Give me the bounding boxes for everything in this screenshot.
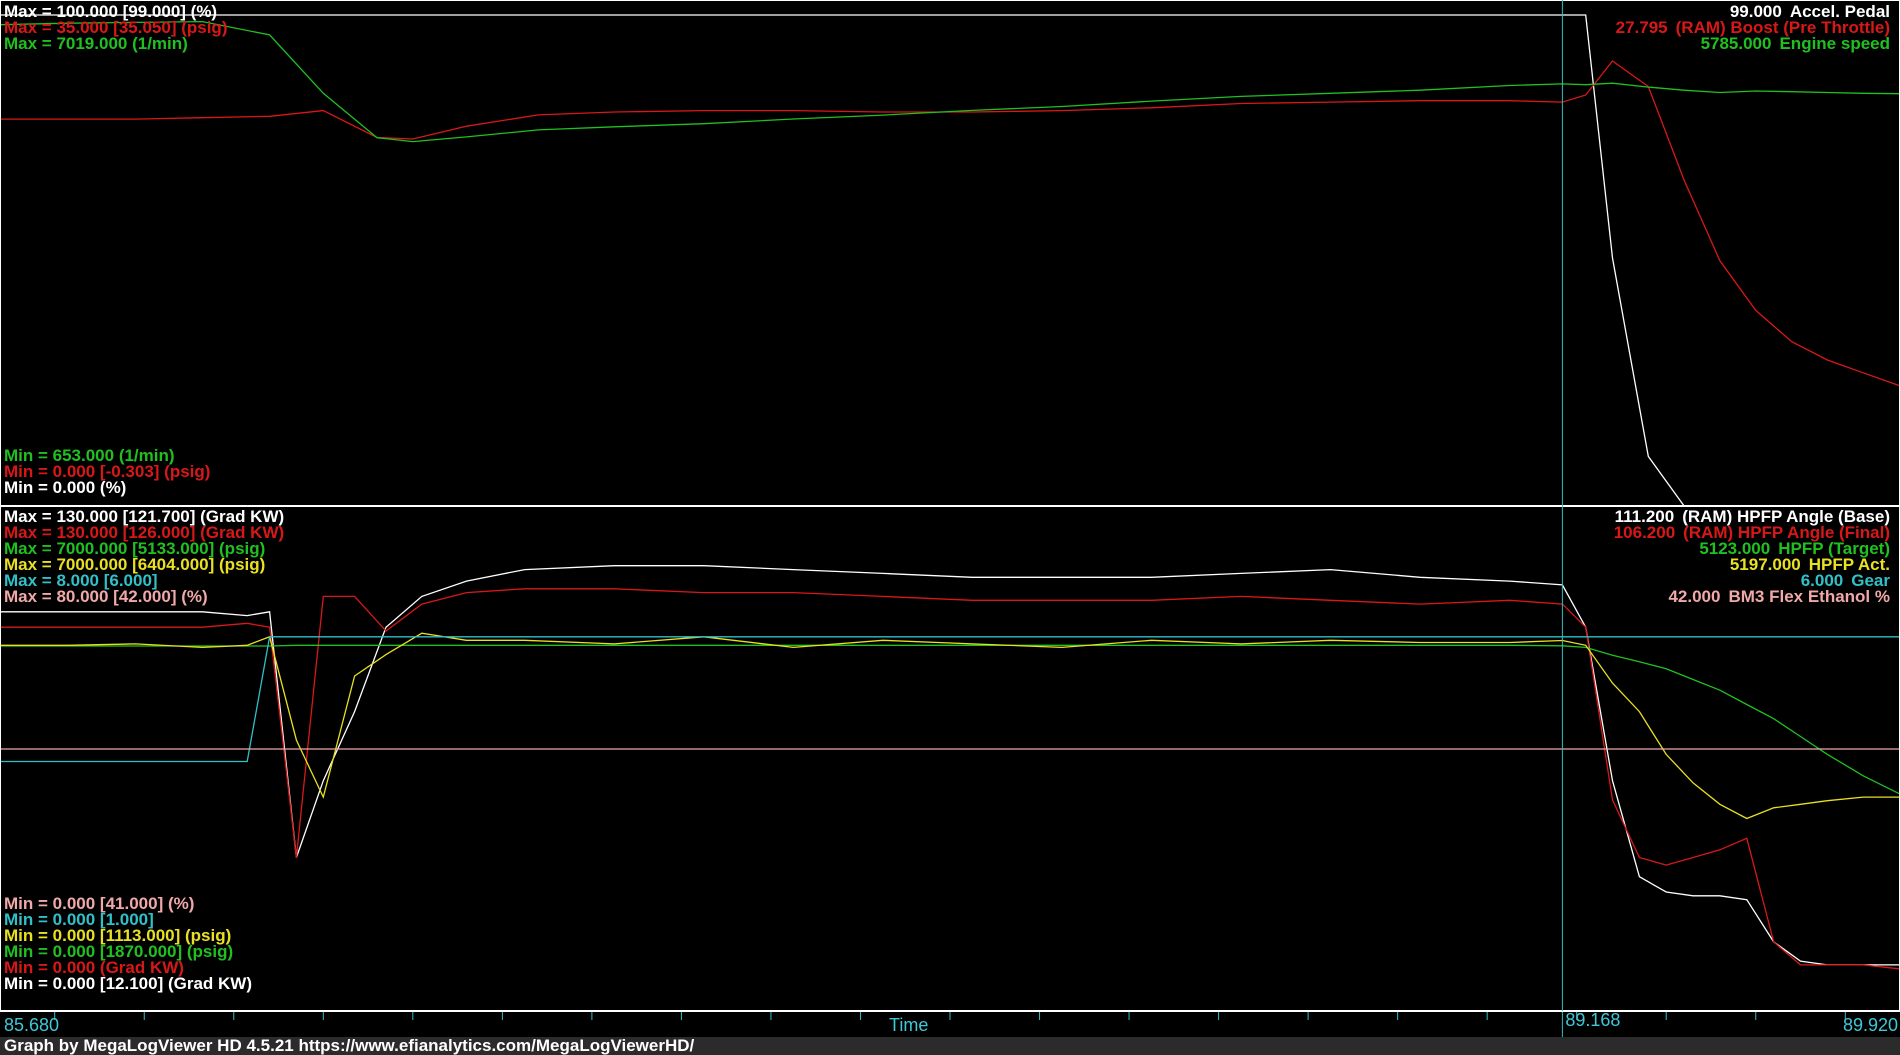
bottom-graph-plot[interactable]: [0, 506, 1900, 1011]
br-eth: 42.000 BM3 Flex Ethanol %: [1668, 587, 1890, 606]
series-line-1: [1, 60, 1900, 387]
top-graph-panel[interactable]: Max = 100.000 [99.000] (%) Max = 35.000 […: [0, 0, 1900, 506]
bottom-graph-panel[interactable]: Max = 130.000 [121.700] (Grad KW) Max = 1…: [0, 506, 1900, 1011]
tr-rpm-name: Engine speed: [1779, 34, 1890, 53]
tl-max-rpm: Max = 7019.000 (1/min): [4, 34, 188, 53]
cursor-time-readout: 89.168: [1565, 1010, 1621, 1030]
tr-rpm: 5785.000 Engine speed: [1701, 34, 1890, 53]
series-line-2: [0, 20, 1900, 143]
top-graph-plot[interactable]: [0, 0, 1900, 506]
br-final-value: 106.200: [1613, 523, 1676, 542]
br-act-value: 5197.000: [1729, 555, 1801, 574]
series-line-0: [1, 14, 1899, 506]
tl-min-pedal: Min = 0.000 (%): [4, 478, 127, 497]
footer-credit: Graph by MegaLogViewer HD 4.5.21 https:/…: [0, 1037, 1900, 1055]
time-axis[interactable]: 85.680 Time 89.168 89.920: [0, 1010, 1900, 1038]
bl-max-eth: Max = 80.000 [42.000] (%): [4, 587, 208, 606]
axis-end-label: 89.920: [1842, 1015, 1898, 1035]
tr-rpm-value: 5785.000: [1700, 34, 1772, 53]
series-line-2: [1, 644, 1900, 795]
tr-boost-value: 27.795: [1615, 18, 1668, 37]
axis-time-label: Time: [889, 1015, 929, 1035]
bl-min-base: Min = 0.000 [12.100] (Grad KW): [4, 974, 252, 993]
series-line-3: [1, 632, 1899, 820]
axis-start-label: 85.680: [4, 1015, 60, 1035]
panel-frame: [0, 0, 1900, 506]
br-eth-value: 42.000: [1668, 587, 1721, 606]
br-eth-name: BM3 Flex Ethanol %: [1728, 587, 1890, 606]
